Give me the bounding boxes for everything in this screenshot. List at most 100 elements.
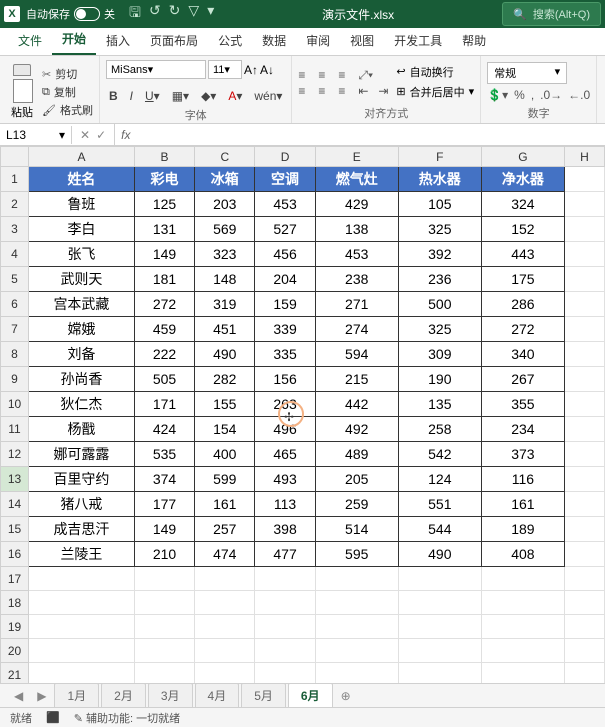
cell[interactable]: [134, 663, 194, 684]
row-header[interactable]: 4: [1, 242, 29, 267]
cell[interactable]: [398, 591, 481, 615]
data-cell[interactable]: 161: [195, 492, 255, 517]
cell[interactable]: [565, 317, 605, 342]
row-header[interactable]: 19: [1, 615, 29, 639]
column-header[interactable]: A: [29, 147, 135, 167]
data-cell[interactable]: 340: [481, 342, 564, 367]
data-cell[interactable]: 152: [481, 217, 564, 242]
cell[interactable]: [481, 567, 564, 591]
cell[interactable]: [398, 639, 481, 663]
row-header[interactable]: 10: [1, 392, 29, 417]
data-cell[interactable]: 鲁班: [29, 192, 135, 217]
merge-center-button[interactable]: ⊞合并后居中▾: [396, 84, 474, 100]
data-cell[interactable]: 339: [255, 317, 315, 342]
cell[interactable]: [315, 639, 398, 663]
data-cell[interactable]: 392: [398, 242, 481, 267]
tab-formulas[interactable]: 公式: [208, 26, 252, 55]
row-header[interactable]: 15: [1, 517, 29, 542]
name-box[interactable]: L13▾: [0, 126, 72, 144]
cell[interactable]: [565, 663, 605, 684]
data-cell[interactable]: 272: [134, 292, 194, 317]
align-left-icon[interactable]: ≡: [298, 84, 312, 96]
data-cell[interactable]: 155: [195, 392, 255, 417]
cell[interactable]: [134, 591, 194, 615]
data-cell[interactable]: 181: [134, 267, 194, 292]
cell[interactable]: [565, 367, 605, 392]
data-cell[interactable]: 542: [398, 442, 481, 467]
data-cell[interactable]: 210: [134, 542, 194, 567]
cell[interactable]: [565, 517, 605, 542]
data-cell[interactable]: 527: [255, 217, 315, 242]
select-all-corner[interactable]: [1, 147, 29, 167]
data-cell[interactable]: 159: [255, 292, 315, 317]
data-cell[interactable]: 138: [315, 217, 398, 242]
data-cell[interactable]: 张飞: [29, 242, 135, 267]
data-cell[interactable]: 271: [315, 292, 398, 317]
cut-button[interactable]: ✂剪切: [42, 66, 93, 82]
data-cell[interactable]: 124: [398, 467, 481, 492]
orientation-icon[interactable]: ⤢▾: [358, 68, 372, 80]
row-header[interactable]: 20: [1, 639, 29, 663]
align-top-icon[interactable]: ≡: [298, 68, 312, 80]
cell[interactable]: [565, 567, 605, 591]
font-color-button[interactable]: A▾: [225, 87, 245, 105]
data-cell[interactable]: 215: [315, 367, 398, 392]
data-cell[interactable]: 477: [255, 542, 315, 567]
tab-file[interactable]: 文件: [8, 26, 52, 55]
data-cell[interactable]: 335: [255, 342, 315, 367]
header-cell[interactable]: 姓名: [29, 167, 135, 192]
data-cell[interactable]: 451: [195, 317, 255, 342]
row-header[interactable]: 2: [1, 192, 29, 217]
underline-button[interactable]: U▾: [142, 87, 163, 105]
confirm-icon[interactable]: ✓: [96, 128, 106, 142]
border-button[interactable]: ▦▾: [169, 87, 192, 105]
data-cell[interactable]: 429: [315, 192, 398, 217]
column-header[interactable]: C: [195, 147, 255, 167]
column-header[interactable]: G: [481, 147, 564, 167]
data-cell[interactable]: 490: [398, 542, 481, 567]
data-cell[interactable]: 500: [398, 292, 481, 317]
sheet-tab[interactable]: 6月: [288, 683, 333, 709]
paste-button[interactable]: 粘贴: [6, 60, 38, 124]
cell[interactable]: [195, 591, 255, 615]
data-cell[interactable]: 496: [255, 417, 315, 442]
cell[interactable]: [255, 567, 315, 591]
data-cell[interactable]: 408: [481, 542, 564, 567]
data-cell[interactable]: 236: [398, 267, 481, 292]
data-cell[interactable]: 514: [315, 517, 398, 542]
status-record-icon[interactable]: ⬛: [46, 711, 60, 724]
data-cell[interactable]: 刘备: [29, 342, 135, 367]
data-cell[interactable]: 171: [134, 392, 194, 417]
data-cell[interactable]: 113: [255, 492, 315, 517]
data-cell[interactable]: 323: [195, 242, 255, 267]
cell[interactable]: [565, 639, 605, 663]
cell[interactable]: [29, 591, 135, 615]
data-cell[interactable]: 324: [481, 192, 564, 217]
cell[interactable]: [255, 663, 315, 684]
cell[interactable]: [565, 192, 605, 217]
align-center-icon[interactable]: ≡: [318, 84, 332, 96]
indent-decrease-icon[interactable]: ⇤: [358, 84, 372, 96]
add-sheet-icon[interactable]: ⊕: [335, 689, 357, 703]
data-cell[interactable]: 131: [134, 217, 194, 242]
data-cell[interactable]: 259: [315, 492, 398, 517]
row-header[interactable]: 18: [1, 591, 29, 615]
italic-button[interactable]: I: [127, 87, 136, 105]
data-cell[interactable]: 234: [481, 417, 564, 442]
cell[interactable]: [565, 615, 605, 639]
data-cell[interactable]: 宫本武藏: [29, 292, 135, 317]
data-cell[interactable]: 319: [195, 292, 255, 317]
cell[interactable]: [195, 639, 255, 663]
column-header[interactable]: E: [315, 147, 398, 167]
data-cell[interactable]: 257: [195, 517, 255, 542]
data-cell[interactable]: 125: [134, 192, 194, 217]
row-header[interactable]: 21: [1, 663, 29, 684]
data-cell[interactable]: 551: [398, 492, 481, 517]
cell[interactable]: [481, 639, 564, 663]
data-cell[interactable]: 175: [481, 267, 564, 292]
row-header[interactable]: 13: [1, 467, 29, 492]
data-cell[interactable]: 263: [255, 392, 315, 417]
align-bottom-icon[interactable]: ≡: [338, 68, 352, 80]
data-cell[interactable]: 105: [398, 192, 481, 217]
sheet-tab[interactable]: 3月: [148, 683, 193, 709]
